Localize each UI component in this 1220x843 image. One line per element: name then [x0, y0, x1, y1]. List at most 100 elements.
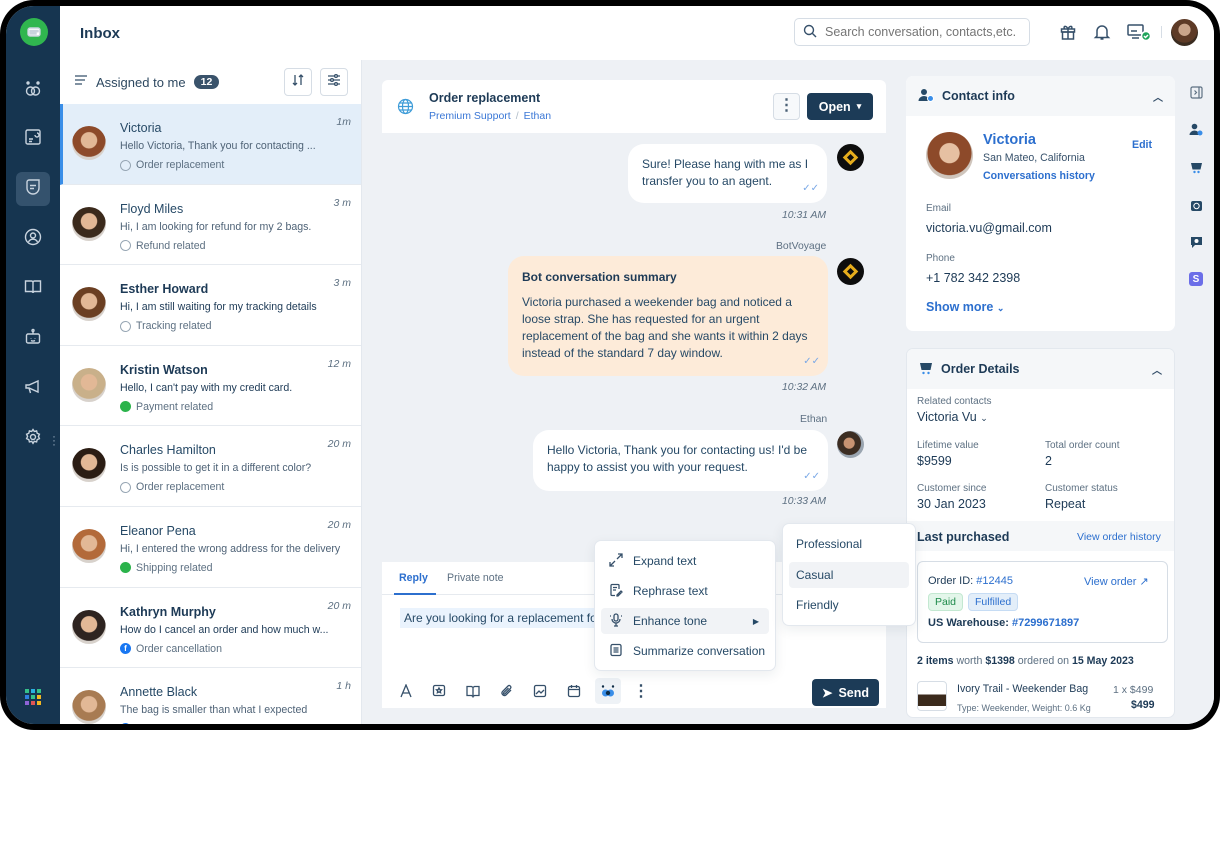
- nav-contacts[interactable]: [16, 222, 50, 256]
- edit-contact-link[interactable]: Edit: [1132, 139, 1152, 151]
- bot-avatar: [837, 144, 864, 171]
- conversation-tag: f Order cancellation: [120, 643, 222, 655]
- contact-name: Annette Black: [120, 685, 198, 700]
- tone-friendly[interactable]: Friendly: [789, 592, 909, 618]
- external-link-icon: ↗: [1139, 576, 1149, 588]
- apps-grid-icon[interactable]: [25, 689, 41, 705]
- sort-button[interactable]: [284, 68, 312, 96]
- filter-menu-icon[interactable]: [74, 73, 88, 91]
- nav-dashboard[interactable]: [16, 122, 50, 156]
- search-box[interactable]: [794, 18, 1030, 46]
- desktop-status-icon[interactable]: [1126, 22, 1152, 42]
- reply-input[interactable]: Are you looking for a replacement for yo…: [400, 608, 600, 628]
- contact-name[interactable]: Victoria: [983, 132, 1036, 148]
- chat-header: Order replacement Premium Support / Ethan …: [382, 80, 886, 133]
- device-frame: ··· Inbox Assigned to me 12 Victoria Hell…: [0, 0, 1220, 730]
- ai-assist-icon[interactable]: [595, 678, 621, 704]
- order-details-header[interactable]: Order Details ︿: [907, 349, 1174, 389]
- more-nav-handle[interactable]: · · ·: [52, 430, 56, 450]
- menu-item-label: Summarize conversation: [633, 644, 766, 658]
- order-details-card: Order Details ︿ Related contacts Victori…: [906, 348, 1175, 718]
- menu-item-rephrase-text[interactable]: Rephrase text: [601, 578, 769, 604]
- text-format-icon[interactable]: [393, 678, 419, 704]
- conversation-item[interactable]: Kathryn Murphy How do I cancel an order a…: [60, 588, 361, 669]
- collapse-chevron-icon[interactable]: ︿: [1152, 362, 1162, 377]
- search-input[interactable]: [825, 25, 1025, 39]
- menu-item-enhance-tone[interactable]: Enhance tone ▶: [601, 608, 769, 634]
- email-label: Email: [926, 203, 952, 214]
- tone-professional[interactable]: Professional: [789, 531, 909, 557]
- shopify-s-icon[interactable]: S: [1189, 272, 1203, 286]
- tab-reply[interactable]: Reply: [399, 572, 428, 584]
- contact-info-icon: [918, 88, 934, 105]
- collapse-chevron-icon[interactable]: ︿: [1153, 89, 1163, 104]
- message-preview: Hello Victoria, Thank you for contacting…: [120, 140, 316, 152]
- summary-title: Bot conversation summary: [522, 270, 677, 284]
- sliders-icon: [327, 73, 341, 92]
- nav-campaigns[interactable]: [16, 372, 50, 406]
- globe-icon: [120, 159, 131, 171]
- more-options-button[interactable]: ⋮: [773, 93, 800, 120]
- conversation-item[interactable]: Kristin Watson Hello, I can't pay with my…: [60, 346, 361, 427]
- knowledge-base-icon[interactable]: [460, 678, 486, 704]
- cart-icon: [919, 361, 933, 378]
- contact-info-icon[interactable]: [1189, 122, 1203, 136]
- order-count-value: 2: [1045, 454, 1052, 468]
- menu-item-summarize[interactable]: Summarize conversation: [601, 638, 769, 664]
- contact-avatar: [926, 132, 973, 179]
- message-preview: Hi, I am still waiting for my tracking d…: [120, 301, 317, 314]
- conversations-history-link[interactable]: Conversations history: [983, 170, 1095, 182]
- warehouse-link[interactable]: #7299671897: [1012, 617, 1079, 629]
- whatsapp-icon: [120, 562, 131, 574]
- app-logo[interactable]: [20, 18, 48, 46]
- bell-icon[interactable]: [1092, 22, 1112, 42]
- message-time: 10:33 AM: [782, 496, 827, 507]
- collapse-panel-icon[interactable]: [1189, 85, 1203, 99]
- product-total: $499: [1131, 699, 1155, 711]
- filter-settings-button[interactable]: [320, 68, 348, 96]
- user-avatar[interactable]: [1171, 19, 1198, 46]
- show-more-link[interactable]: Show more ⌄: [926, 300, 1004, 314]
- conversation-item[interactable]: Charles Hamilton Is is possible to get it…: [60, 426, 361, 507]
- nav-bot[interactable]: [16, 322, 50, 356]
- conversation-item[interactable]: Annette Black The bag is smaller than wha…: [60, 668, 361, 724]
- view-order-link[interactable]: View order ↗: [1084, 575, 1149, 588]
- chevron-down-icon: ⌄: [980, 413, 988, 423]
- cart-icon[interactable]: [1189, 160, 1203, 174]
- view-order-history-link[interactable]: View order history: [1077, 531, 1161, 543]
- image-icon[interactable]: [527, 678, 553, 704]
- nav-settings[interactable]: [16, 422, 50, 456]
- nav-analytics[interactable]: [16, 74, 50, 108]
- status-dropdown-button[interactable]: Open ▾: [807, 93, 873, 120]
- nav-knowledge-base[interactable]: [16, 272, 50, 306]
- lifetime-value: $9599: [917, 454, 952, 468]
- conversation-item[interactable]: Victoria Hello Victoria, Thank you for co…: [60, 104, 361, 185]
- campaigns-icon: [23, 377, 43, 402]
- bot-chat-icon[interactable]: [1189, 235, 1203, 249]
- agent-link[interactable]: Ethan: [524, 110, 551, 122]
- conversation-item[interactable]: Esther Howard Hi, I am still waiting for …: [60, 265, 361, 346]
- more-icon[interactable]: ⋮: [628, 678, 654, 704]
- filter-label[interactable]: Assigned to me: [96, 75, 186, 90]
- message-preview: Is is possible to get it in a different …: [120, 462, 312, 475]
- product-name[interactable]: Ivory Trail - Weekender Bag: [957, 683, 1088, 695]
- group-link[interactable]: Premium Support: [429, 110, 511, 122]
- contact-info-header[interactable]: Contact info ︿: [906, 76, 1175, 116]
- message-sender: BotVoyage: [776, 241, 827, 252]
- tab-private-note[interactable]: Private note: [447, 572, 504, 584]
- tag-label: Tracking related: [136, 320, 212, 333]
- menu-item-expand-text[interactable]: Expand text: [601, 548, 769, 574]
- order-id-link[interactable]: #12445: [976, 575, 1013, 587]
- gift-icon[interactable]: [1058, 22, 1078, 42]
- conversation-item[interactable]: Floyd Miles Hi, I am looking for refund f…: [60, 185, 361, 266]
- canned-response-icon[interactable]: [426, 678, 452, 704]
- nav-conversations[interactable]: [16, 172, 50, 206]
- timer-icon[interactable]: [1189, 198, 1203, 212]
- tone-casual[interactable]: Casual: [789, 562, 909, 588]
- conversation-item[interactable]: Eleanor Pena Hi, I entered the wrong addr…: [60, 507, 361, 588]
- attachment-icon[interactable]: [494, 678, 520, 704]
- related-contacts-dropdown[interactable]: Victoria Vu ⌄: [917, 410, 988, 424]
- send-button[interactable]: ➤ Send: [812, 679, 879, 706]
- calendar-icon[interactable]: [561, 678, 587, 704]
- contact-name: Victoria: [120, 121, 162, 135]
